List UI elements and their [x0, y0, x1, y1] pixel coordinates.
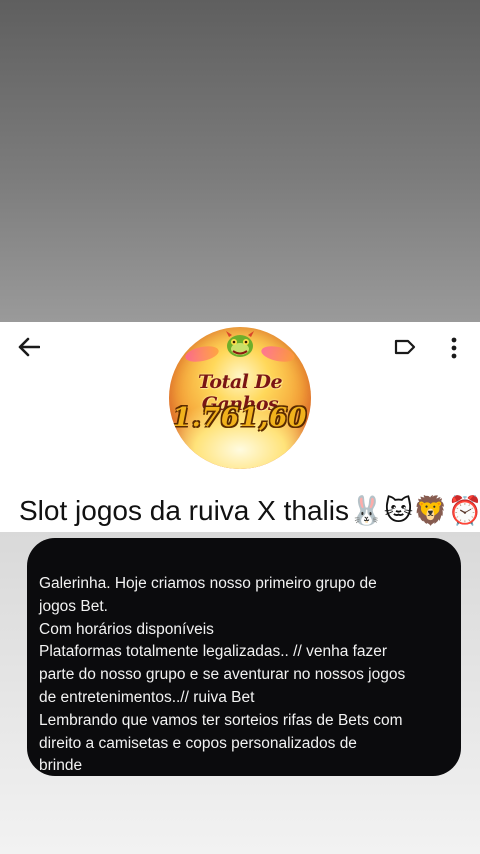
more-vertical-icon	[451, 337, 457, 359]
avatar-decoration-left	[183, 343, 221, 365]
arrow-left-icon	[18, 337, 40, 357]
description-line: Lembrando que vamos ter sorteios rifas d…	[39, 711, 403, 729]
description-line: jogos Bet.	[39, 597, 108, 615]
group-description-text: Galerinha. Hoje criamos nosso primeiro g…	[39, 573, 459, 776]
dragon-icon	[226, 331, 254, 357]
group-name[interactable]: Slot jogos da ruiva X thalis🐰🐱🦁⏰	[19, 494, 480, 534]
description-line: Galerinha. Hoje criamos nosso primeiro g…	[39, 575, 377, 592]
label-button[interactable]	[392, 336, 418, 358]
description-line: direito a camisetas e copos personalizad…	[39, 734, 357, 752]
description-line: Com horários disponíveis	[39, 620, 214, 638]
back-button[interactable]	[14, 334, 44, 360]
label-tag-icon	[394, 339, 416, 355]
more-options-button[interactable]	[440, 334, 468, 362]
group-description-card: Galerinha. Hoje criamos nosso primeiro g…	[27, 538, 461, 776]
description-line: parte do nosso grupo e se aventurar no n…	[39, 666, 406, 684]
description-line: Plataformas totalmente legalizadas.. // …	[39, 643, 388, 661]
dimmed-background-top[interactable]	[0, 0, 480, 322]
description-line: brinde	[39, 757, 83, 775]
avatar-amount-text: 1.761,60	[172, 403, 308, 433]
group-avatar[interactable]: Total De Ganhos 1.761,60	[169, 327, 311, 469]
description-line: de entretenimentos..// ruiva Bet	[39, 688, 255, 706]
